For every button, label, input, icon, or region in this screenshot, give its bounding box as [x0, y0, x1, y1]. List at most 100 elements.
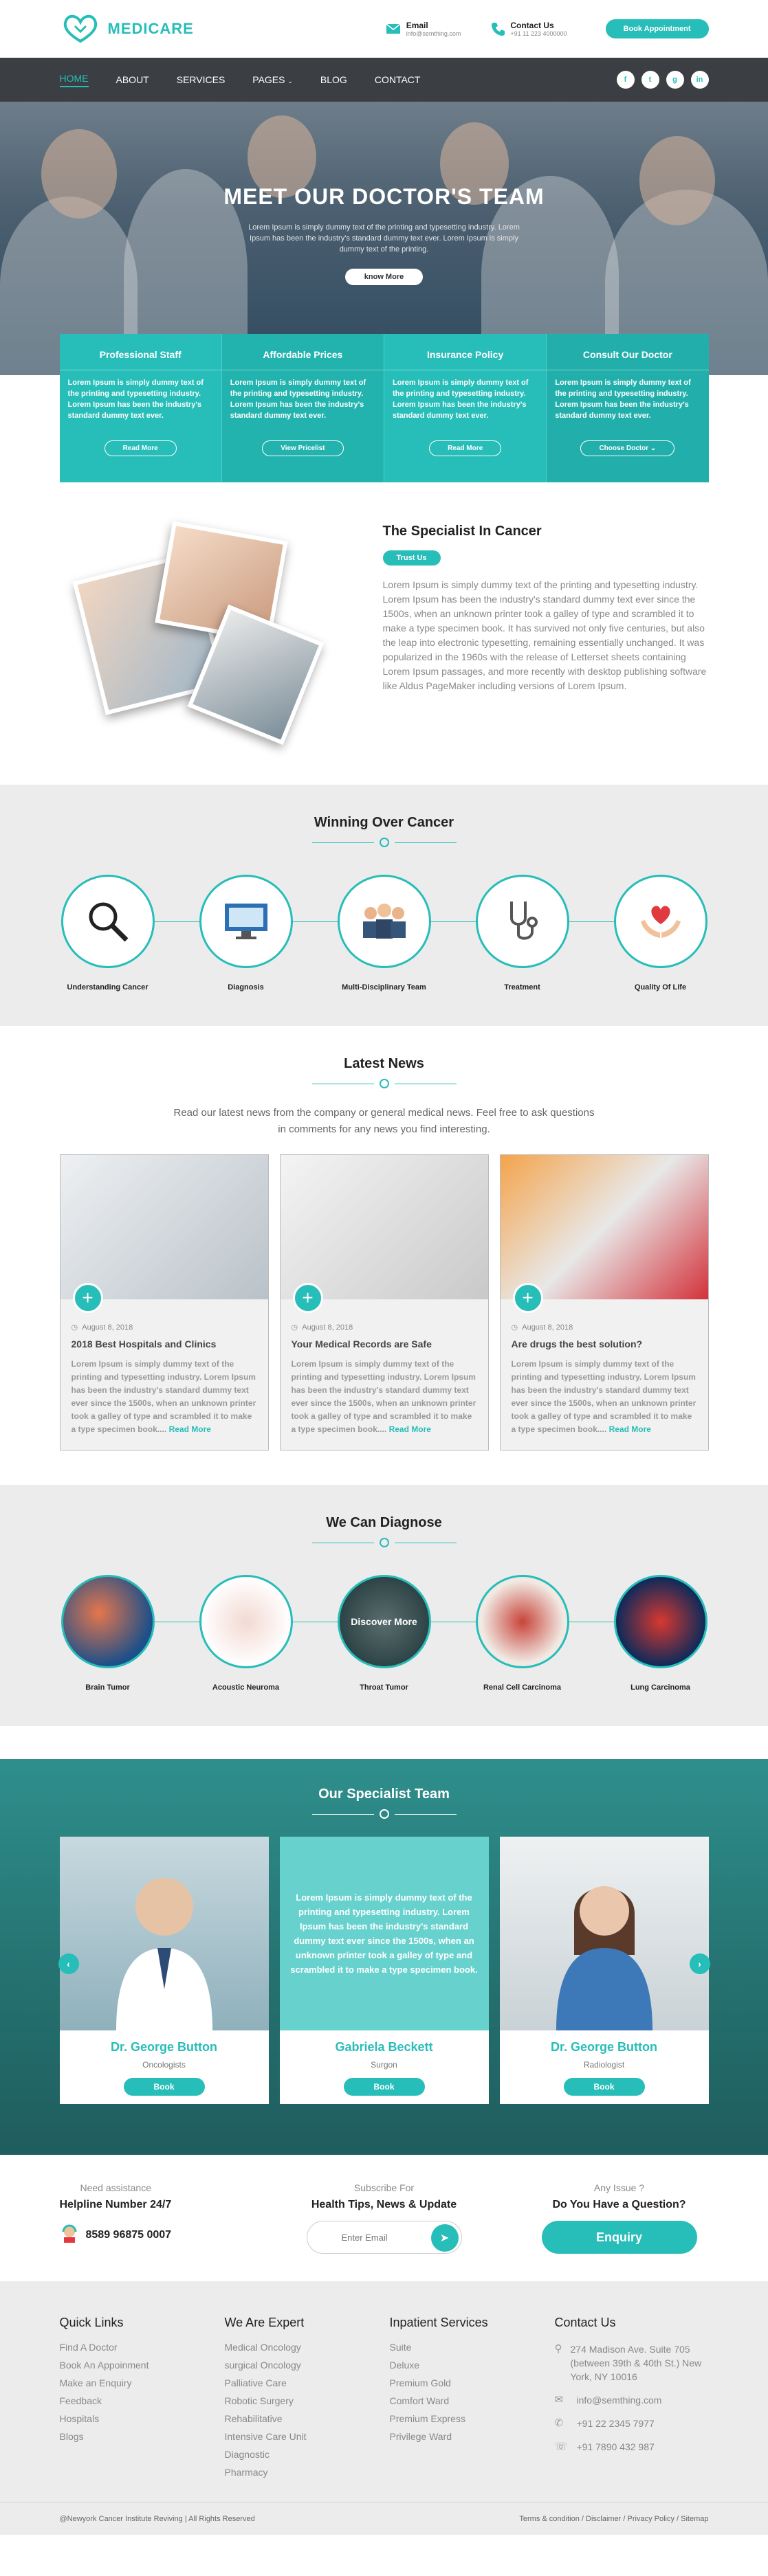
footer-link[interactable]: Premium Express	[390, 2414, 555, 2423]
header-email[interactable]: Email info@semthing.com	[386, 21, 461, 37]
news-title[interactable]: Are drugs the best solution?	[512, 1339, 697, 1349]
news-card[interactable]: + ◷ August 8, 2018 2018 Best Hospitals a…	[59, 1154, 269, 1451]
winning-item[interactable]: Understanding Cancer	[60, 875, 156, 992]
discover-more-label[interactable]: Discover More	[351, 1616, 417, 1627]
email-value: info@semthing.com	[406, 30, 461, 37]
footer-email[interactable]: info@semthing.com	[577, 2393, 662, 2407]
footer-link[interactable]: Medical Oncology	[225, 2342, 390, 2352]
nav-blog[interactable]: BLOG	[320, 74, 347, 85]
footer-link[interactable]: Rehabilitative	[225, 2414, 390, 2423]
feature-text: Lorem Ipsum is simply dummy text of the …	[230, 379, 366, 420]
news-text: Lorem Ipsum is simply dummy text of the …	[291, 1359, 476, 1434]
footer-link[interactable]: Make an Enquiry	[60, 2378, 225, 2388]
footer-link[interactable]: Blogs	[60, 2432, 225, 2441]
footer-link[interactable]: surgical Oncology	[225, 2360, 390, 2370]
google-icon[interactable]: g	[666, 71, 684, 89]
helpline-number: 8589 96875 0007	[85, 2228, 172, 2241]
news-title[interactable]: Your Medical Records are Safe	[292, 1339, 477, 1349]
instagram-icon[interactable]: in	[690, 71, 709, 89]
know-more-button[interactable]: know More	[344, 269, 424, 285]
section-divider	[60, 838, 709, 847]
specialist-photos	[60, 517, 369, 746]
section-title: Our Specialist Team	[318, 1787, 450, 1802]
brand-name: MEDICARE	[107, 20, 194, 37]
footer-link[interactable]: Intensive Care Unit	[225, 2432, 390, 2441]
plus-icon[interactable]: +	[292, 1283, 323, 1313]
carousel-prev-arrow[interactable]: ‹	[58, 1953, 79, 1974]
plus-icon[interactable]: +	[72, 1283, 103, 1313]
footer-link[interactable]: Book An Appoinment	[60, 2360, 225, 2370]
trust-us-badge[interactable]: Trust Us	[382, 550, 441, 565]
diagnose-item[interactable]: Lung Carcinoma	[613, 1575, 709, 1692]
winning-item[interactable]: Quality Of Life	[613, 875, 709, 992]
enquiry-button[interactable]: Enquiry	[541, 2221, 697, 2254]
footer-link[interactable]: Robotic Surgery	[225, 2396, 390, 2406]
chevron-down-icon: ⌄	[650, 445, 657, 452]
feature-title: Affordable Prices	[221, 334, 384, 370]
section-divider	[60, 1079, 709, 1088]
footer-link[interactable]: Privilege Ward	[390, 2432, 555, 2441]
footer-link[interactable]: Premium Gold	[390, 2378, 555, 2388]
footer-phone[interactable]: +91 7890 432 987	[577, 2440, 655, 2454]
carousel-next-arrow[interactable]: ›	[689, 1953, 710, 1974]
read-more-link[interactable]: Read More	[389, 1424, 431, 1434]
header-contact[interactable]: Contact Us +91 11 223 4000000	[491, 21, 567, 37]
helpline[interactable]: 8589 96875 0007	[60, 2224, 239, 2246]
footer-link[interactable]: Deluxe	[390, 2360, 555, 2370]
logo[interactable]: MEDICARE	[60, 14, 194, 44]
mail-icon	[386, 23, 401, 34]
nav-home[interactable]: HOME	[59, 73, 89, 87]
legal-links[interactable]: Terms & condition / Disclaimer / Privacy…	[519, 2515, 708, 2523]
read-more-button[interactable]: Read More	[429, 440, 502, 456]
stethoscope-icon	[379, 1538, 389, 1547]
book-button[interactable]: Book	[123, 2078, 205, 2096]
winning-item[interactable]: Diagnosis	[198, 875, 294, 992]
footer-link[interactable]: Diagnostic	[225, 2450, 390, 2459]
read-more-link[interactable]: Read More	[609, 1424, 651, 1434]
footer-heading: Inpatient Services	[389, 2316, 488, 2329]
news-card[interactable]: + ◷ August 8, 2018 Your Medical Records …	[279, 1154, 489, 1451]
footer-heading: Contact Us	[554, 2316, 616, 2329]
news-title[interactable]: 2018 Best Hospitals and Clinics	[72, 1339, 257, 1349]
send-icon[interactable]: ➤	[430, 2224, 459, 2252]
footer-link[interactable]: Find A Doctor	[60, 2342, 225, 2352]
diagnose-label: Acoustic Neuroma	[212, 1683, 280, 1692]
nav-contact[interactable]: CONTACT	[375, 74, 421, 85]
nav-about[interactable]: ABOUT	[116, 74, 149, 85]
footer-link[interactable]: Feedback	[60, 2396, 225, 2406]
doctor-role: Radiologist	[583, 2060, 625, 2070]
choose-doctor-select[interactable]: Choose Doctor ⌄	[580, 440, 675, 456]
email-input[interactable]	[341, 2232, 417, 2243]
stethoscope-icon	[475, 875, 569, 968]
footer: Quick Links Find A Doctor Book An Appoin…	[0, 2281, 768, 2502]
twitter-icon[interactable]: t	[641, 71, 659, 89]
view-pricelist-button[interactable]: View Pricelist	[262, 440, 344, 456]
diagnose-item[interactable]: Brain Tumor	[60, 1575, 156, 1692]
winning-item[interactable]: Treatment	[474, 875, 571, 992]
section-title: We Can Diagnose	[326, 1515, 442, 1530]
read-more-button[interactable]: Read More	[104, 440, 177, 456]
footer-link[interactable]: Comfort Ward	[390, 2396, 555, 2406]
read-more-link[interactable]: Read More	[169, 1424, 211, 1434]
winning-item[interactable]: Multi-Disciplinary Team	[336, 875, 432, 992]
footer-link[interactable]: Hospitals	[60, 2414, 225, 2423]
footer-link[interactable]: Palliative Care	[225, 2378, 390, 2388]
nav-services[interactable]: SERVICES	[177, 74, 226, 85]
news-card[interactable]: + ◷ August 8, 2018 Are drugs the best so…	[499, 1154, 709, 1451]
hero-title: MEET OUR DOCTOR'S TEAM	[223, 184, 545, 209]
footer-link[interactable]: Suite	[390, 2342, 555, 2352]
footer-phone[interactable]: +91 22 2345 7977	[577, 2417, 655, 2430]
plus-icon[interactable]: +	[512, 1283, 543, 1313]
diagnose-item[interactable]: Acoustic Neuroma	[198, 1575, 294, 1692]
news-date: August 8, 2018	[302, 1323, 353, 1332]
nav-pages[interactable]: PAGES ⌄	[252, 74, 293, 85]
diagnose-item[interactable]: Discover More Throat Tumor	[336, 1575, 432, 1692]
doctor-photo	[499, 1837, 709, 2030]
feature-affordable-prices: Affordable Prices Lorem Ipsum is simply …	[221, 334, 384, 482]
diagnose-item[interactable]: Renal Cell Carcinoma	[474, 1575, 571, 1692]
book-appointment-button[interactable]: Book Appointment	[605, 19, 709, 38]
book-button[interactable]: Book	[563, 2078, 645, 2096]
book-button[interactable]: Book	[343, 2078, 425, 2096]
footer-link[interactable]: Pharmacy	[225, 2467, 390, 2477]
facebook-icon[interactable]: f	[616, 71, 635, 89]
